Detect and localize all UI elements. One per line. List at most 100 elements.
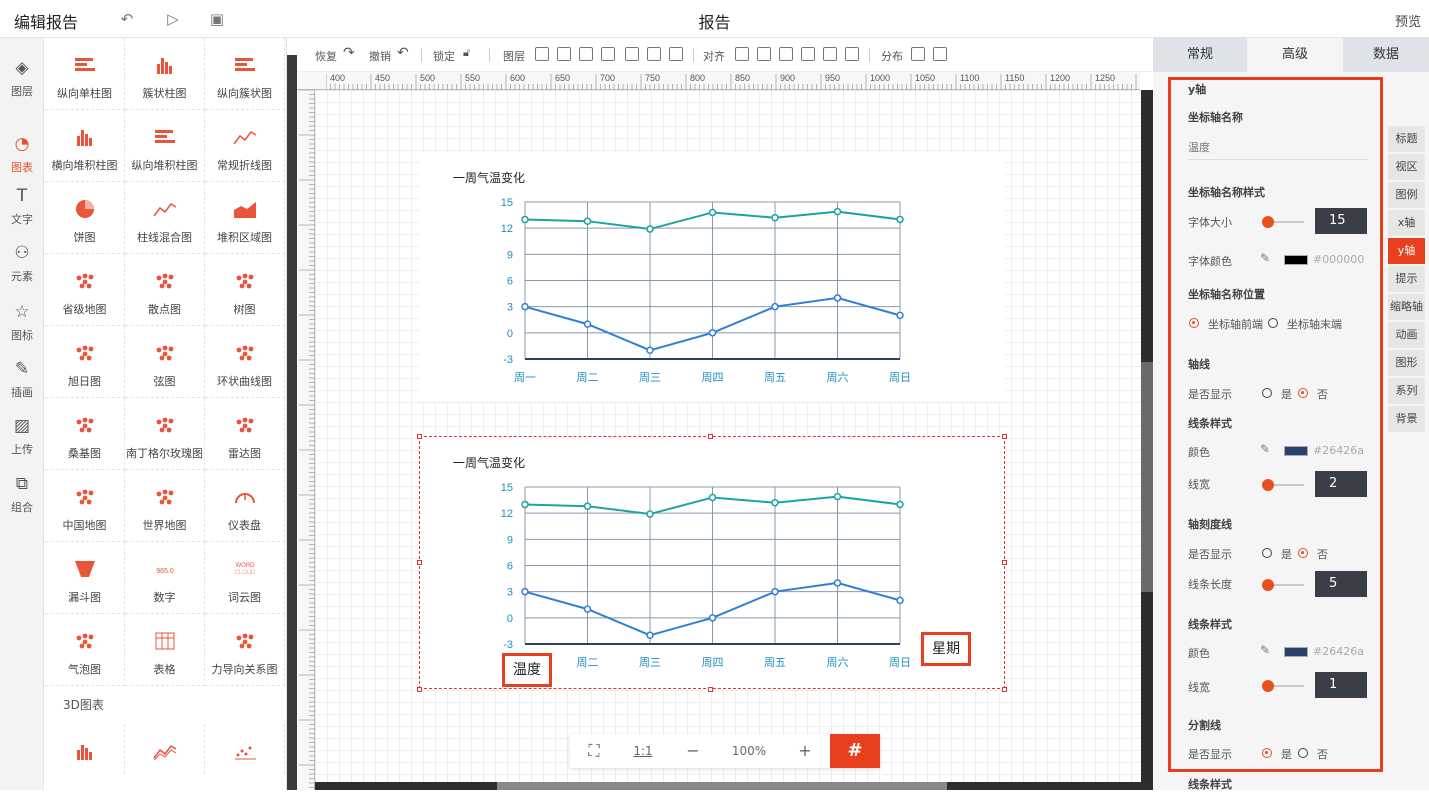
copy-icon[interactable] bbox=[669, 47, 683, 61]
radio-split-yes[interactable] bbox=[1262, 748, 1272, 758]
palette-item[interactable]: 省级地图 bbox=[45, 254, 125, 326]
layer-bottom2-icon[interactable] bbox=[625, 47, 639, 61]
side-tab[interactable]: 系列 bbox=[1388, 378, 1425, 404]
undo-button[interactable]: 撤销 bbox=[369, 48, 391, 64]
delete-icon[interactable] bbox=[647, 47, 661, 61]
distribute-v-icon[interactable] bbox=[933, 47, 947, 61]
data-point[interactable] bbox=[833, 294, 842, 302]
lock-icon[interactable]: 🔓︎ bbox=[463, 46, 470, 60]
nav-icons[interactable]: ☆ 图标 bbox=[0, 292, 44, 348]
palette-item[interactable]: 纵向单柱图 bbox=[45, 38, 125, 110]
radio-tick-no[interactable] bbox=[1298, 548, 1308, 558]
nav-upload[interactable]: ▨ 上传 bbox=[0, 406, 44, 462]
align-left-icon[interactable] bbox=[735, 47, 749, 61]
tick-color-swatch[interactable] bbox=[1284, 647, 1308, 657]
data-point[interactable] bbox=[708, 208, 717, 217]
palette-item[interactable]: 纵向堆积柱图 bbox=[125, 110, 205, 182]
preview-button[interactable]: 预览 bbox=[1395, 11, 1421, 30]
resize-handle[interactable] bbox=[417, 687, 422, 692]
save-icon[interactable]: ▣ bbox=[208, 10, 226, 28]
radio-axis-line-no[interactable] bbox=[1298, 388, 1308, 398]
align-right-icon[interactable] bbox=[779, 47, 793, 61]
axis-line-width-input[interactable]: 2 bbox=[1315, 471, 1367, 497]
palette-item[interactable]: 965.0 数字 bbox=[125, 542, 205, 614]
nav-group[interactable]: ⧉ 组合 bbox=[0, 464, 44, 520]
tick-width-input[interactable]: 1 bbox=[1315, 672, 1367, 698]
nav-charts[interactable]: ◔ 图表 bbox=[0, 124, 44, 180]
redo-icon[interactable]: ↷ bbox=[343, 45, 355, 61]
palette-item[interactable]: WORD CLOUD 词云图 bbox=[205, 542, 285, 614]
lock-button[interactable]: 锁定 bbox=[433, 48, 455, 64]
resize-handle[interactable] bbox=[417, 434, 422, 439]
palette-item[interactable]: 树图 bbox=[205, 254, 285, 326]
palette-item[interactable]: 气泡图 bbox=[45, 614, 125, 686]
palette-item[interactable]: 漏斗图 bbox=[45, 542, 125, 614]
vertical-scrollbar-thumb[interactable] bbox=[1141, 362, 1153, 592]
layer-bottom-icon[interactable] bbox=[601, 47, 615, 61]
layer-up-icon[interactable] bbox=[535, 47, 549, 61]
palette-item[interactable]: 表格 bbox=[125, 614, 205, 686]
side-tab[interactable]: x轴 bbox=[1388, 210, 1425, 236]
tick-length-knob[interactable] bbox=[1262, 579, 1274, 591]
eyedropper-icon[interactable]: ✎ bbox=[1260, 442, 1270, 456]
radio-axis-start[interactable] bbox=[1189, 318, 1199, 328]
resize-handle[interactable] bbox=[417, 560, 422, 565]
actual-size-button[interactable]: 1:1 bbox=[618, 734, 668, 768]
tab-data[interactable]: 数据 bbox=[1343, 38, 1429, 72]
palette-item[interactable]: 弦图 bbox=[125, 326, 205, 398]
side-tab[interactable]: 背景 bbox=[1388, 406, 1425, 432]
palette-item[interactable]: 簇状柱图 bbox=[125, 38, 205, 110]
palette-item[interactable]: 世界地图 bbox=[125, 470, 205, 542]
chart-widget-1[interactable]: 一周气温变化 15 12 9 6 3 0 -3 周一 周二 周三 周四 周五 周六 周日 bbox=[420, 152, 1005, 402]
data-point[interactable] bbox=[708, 329, 717, 337]
side-tab[interactable]: y轴 bbox=[1388, 238, 1425, 264]
palette-item[interactable]: 纵向簇状图 bbox=[205, 38, 285, 110]
palette-item[interactable]: 散点图 bbox=[125, 254, 205, 326]
side-tab[interactable]: 缩略轴 bbox=[1388, 294, 1425, 320]
palette-item[interactable]: 横向堆积柱图 bbox=[45, 110, 125, 182]
radio-split-no[interactable] bbox=[1298, 748, 1308, 758]
tick-width-knob[interactable] bbox=[1262, 680, 1274, 692]
align-middle-icon[interactable] bbox=[823, 47, 837, 61]
palette-item[interactable]: 南丁格尔玫瑰图 bbox=[125, 398, 205, 470]
distribute-h-icon[interactable] bbox=[911, 47, 925, 61]
layer-down-icon[interactable] bbox=[579, 47, 593, 61]
tick-length-input[interactable]: 5 bbox=[1315, 571, 1367, 597]
axis-name-input[interactable]: 温度 bbox=[1188, 139, 1368, 160]
data-point[interactable] bbox=[646, 346, 654, 355]
axis-line-color-swatch[interactable] bbox=[1284, 446, 1308, 456]
grid-toggle-icon[interactable]: # bbox=[830, 734, 880, 768]
resize-handle[interactable] bbox=[1002, 434, 1007, 439]
radio-axis-line-yes[interactable] bbox=[1262, 388, 1272, 398]
radio-axis-end[interactable] bbox=[1268, 318, 1278, 328]
side-tab[interactable]: 动画 bbox=[1388, 322, 1425, 348]
data-point[interactable] bbox=[583, 320, 592, 328]
palette-item[interactable]: 桑基图 bbox=[45, 398, 125, 470]
zoom-in-button[interactable]: + bbox=[780, 734, 830, 768]
redo-button[interactable]: 恢复 bbox=[315, 48, 337, 64]
palette-item[interactable]: 力导向关系图 bbox=[205, 614, 285, 686]
radio-tick-yes[interactable] bbox=[1262, 548, 1272, 558]
undo-icon[interactable]: ↶ bbox=[397, 45, 409, 61]
data-point[interactable] bbox=[771, 213, 779, 222]
palette-item[interactable]: 常规折线图 bbox=[205, 110, 285, 182]
palette-item[interactable]: 柱线混合图 bbox=[125, 182, 205, 254]
nav-text[interactable]: T 文字 bbox=[0, 176, 44, 232]
palette-item[interactable]: 旭日图 bbox=[45, 326, 125, 398]
resize-handle[interactable] bbox=[1002, 687, 1007, 692]
axis-line-width-knob[interactable] bbox=[1262, 479, 1274, 491]
font-color-swatch[interactable] bbox=[1284, 255, 1308, 265]
align-bottom-icon[interactable] bbox=[845, 47, 859, 61]
data-point[interactable] bbox=[896, 215, 904, 224]
eyedropper-icon[interactable]: ✎ bbox=[1260, 643, 1270, 657]
layer-top-icon[interactable] bbox=[557, 47, 571, 61]
palette-item[interactable]: 环状曲线图 bbox=[205, 326, 285, 398]
font-size-slider-knob[interactable] bbox=[1262, 216, 1274, 228]
palette-item-3d-bar[interactable] bbox=[45, 724, 125, 774]
eyedropper-icon[interactable]: ✎ bbox=[1260, 251, 1270, 265]
play-icon[interactable]: ▷ bbox=[164, 10, 182, 28]
align-top-icon[interactable] bbox=[801, 47, 815, 61]
data-point[interactable] bbox=[521, 215, 529, 224]
resize-handle[interactable] bbox=[708, 687, 713, 692]
data-point[interactable] bbox=[583, 217, 592, 225]
